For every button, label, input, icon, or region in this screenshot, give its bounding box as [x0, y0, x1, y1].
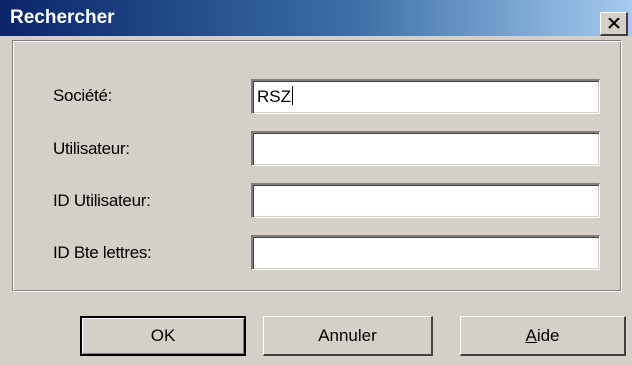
search-dialog: Rechercher Société: RSZ Utilisateur: ID … — [0, 0, 632, 365]
cancel-button[interactable]: Annuler — [263, 316, 433, 356]
user-id-label: ID Utilisateur: — [53, 191, 151, 210]
cancel-button-label: Annuler — [318, 325, 377, 345]
title-bar[interactable]: Rechercher — [0, 0, 632, 36]
help-label-rest: ide — [536, 325, 560, 345]
company-field-value: RSZ — [257, 87, 291, 106]
user-field[interactable] — [251, 131, 600, 166]
user-id-field[interactable] — [251, 183, 600, 218]
help-button[interactable]: Aide — [460, 316, 626, 356]
window-title: Rechercher — [10, 7, 115, 28]
help-accelerator-key: A — [525, 325, 537, 345]
company-label: Société: — [53, 86, 113, 105]
ok-button[interactable]: OK — [80, 316, 246, 356]
help-button-label: Aide — [525, 326, 559, 346]
company-field[interactable]: RSZ — [251, 79, 600, 114]
ok-button-label: OK — [150, 326, 176, 345]
user-label: Utilisateur: — [53, 139, 130, 158]
close-icon — [607, 18, 620, 29]
close-button[interactable] — [600, 12, 628, 36]
text-caret — [292, 86, 293, 105]
mailbox-id-field[interactable] — [251, 235, 600, 270]
mailbox-id-label: ID Bte lettres: — [53, 243, 152, 262]
